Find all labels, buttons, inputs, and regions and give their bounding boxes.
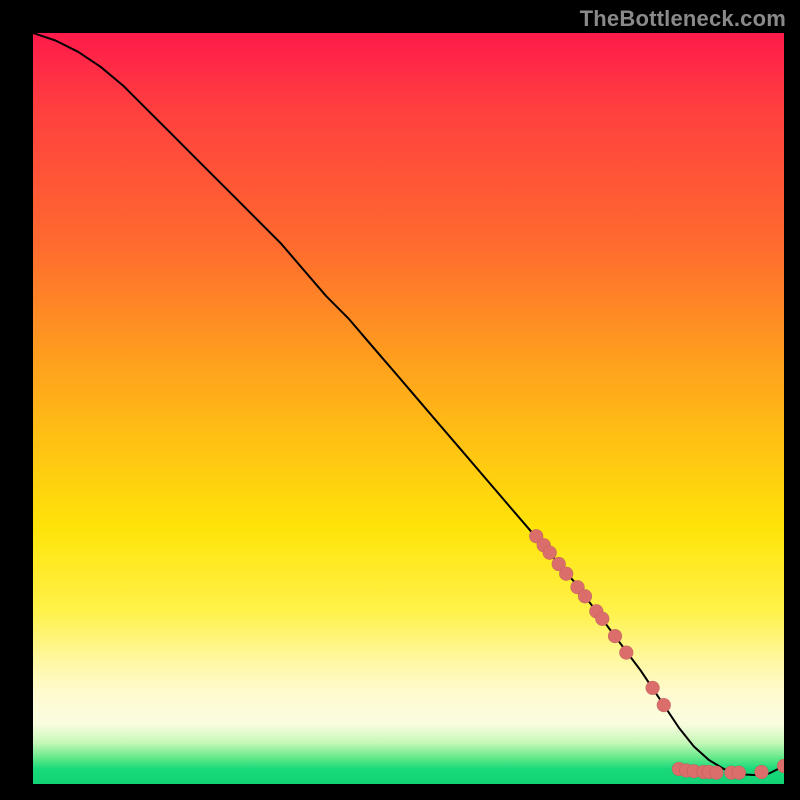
highlight-dot — [657, 698, 671, 712]
watermark-text: TheBottleneck.com — [580, 6, 786, 32]
bottleneck-curve — [33, 33, 784, 775]
highlight-dot — [543, 546, 557, 560]
highlight-dot — [646, 681, 660, 695]
highlight-dot — [559, 567, 573, 581]
chart-stage: TheBottleneck.com — [0, 0, 800, 800]
highlight-dot — [777, 759, 784, 773]
curve-svg — [33, 33, 784, 784]
highlight-dot — [595, 612, 609, 626]
highlight-dot — [578, 589, 592, 603]
highlight-dot — [755, 765, 769, 779]
highlight-dot — [732, 766, 746, 780]
highlight-dots-group — [529, 529, 784, 780]
highlight-dot — [608, 629, 622, 643]
plot-area — [33, 33, 784, 784]
highlight-dot — [709, 766, 723, 780]
highlight-dot — [619, 646, 633, 660]
